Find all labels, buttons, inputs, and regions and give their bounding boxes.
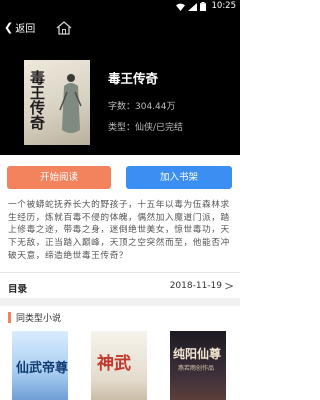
similar-book-cover[interactable]: 神武 — [91, 331, 147, 400]
cover-figure-art — [59, 74, 82, 133]
catalog-label: 目录 — [8, 284, 28, 295]
battery-icon — [200, 2, 206, 11]
book-header: 毒王传奇 毒王传奇 字数：304.44万 类型：仙侠/已完结 — [0, 43, 240, 155]
back-button[interactable]: ❮ 返回 — [4, 20, 35, 35]
signal-icon — [188, 2, 197, 11]
add-to-shelf-button[interactable]: 加入书架 — [126, 166, 232, 189]
similar-book-cover-title: 仙武帝尊 — [16, 361, 68, 376]
heading-accent-bar — [8, 311, 11, 323]
back-label: 返回 — [15, 24, 36, 35]
similar-book-cover-title: 纯阳仙尊 — [173, 347, 222, 361]
book-cover: 毒王传奇 — [24, 60, 90, 145]
similar-book-cover-subtitle: 燕若雨创作品 — [178, 365, 215, 372]
section-separator — [0, 298, 240, 306]
book-word-count: 字数：304.44万 — [108, 102, 176, 112]
book-description: 一个被蟒蛇抚养长大的野孩子，十五年以毒为伍森林求生经历，炼就百毒不侵的体魄，偶然… — [8, 200, 230, 261]
top-nav-bar: ❮ 返回 — [0, 13, 240, 43]
similar-books-heading: 同类型小说 — [8, 311, 62, 324]
book-category: 类型：仙侠/已完结 — [108, 123, 184, 133]
status-bar: 10:25 — [0, 0, 240, 13]
book-title: 毒王传奇 — [108, 71, 159, 86]
status-time: 10:25 — [211, 1, 237, 11]
home-icon[interactable] — [56, 21, 72, 35]
wifi-icon — [176, 3, 185, 11]
similar-books-title: 同类型小说 — [16, 313, 62, 324]
divider — [0, 272, 240, 273]
cover-title-art: 毒王传奇 — [28, 70, 46, 130]
similar-book-cover-title: 神武 — [97, 354, 131, 374]
status-icons — [176, 2, 206, 11]
catalog-update-date: 2018-11-19 — [169, 281, 222, 291]
chevron-right-icon: > — [223, 279, 234, 293]
start-reading-button[interactable]: 开始阅读 — [7, 166, 111, 189]
similar-book-cover[interactable]: 纯阳仙尊 燕若雨创作品 — [170, 331, 226, 400]
chevron-left-icon: ❮ — [4, 21, 14, 34]
similar-book-cover[interactable]: 仙武帝尊 — [12, 331, 68, 400]
